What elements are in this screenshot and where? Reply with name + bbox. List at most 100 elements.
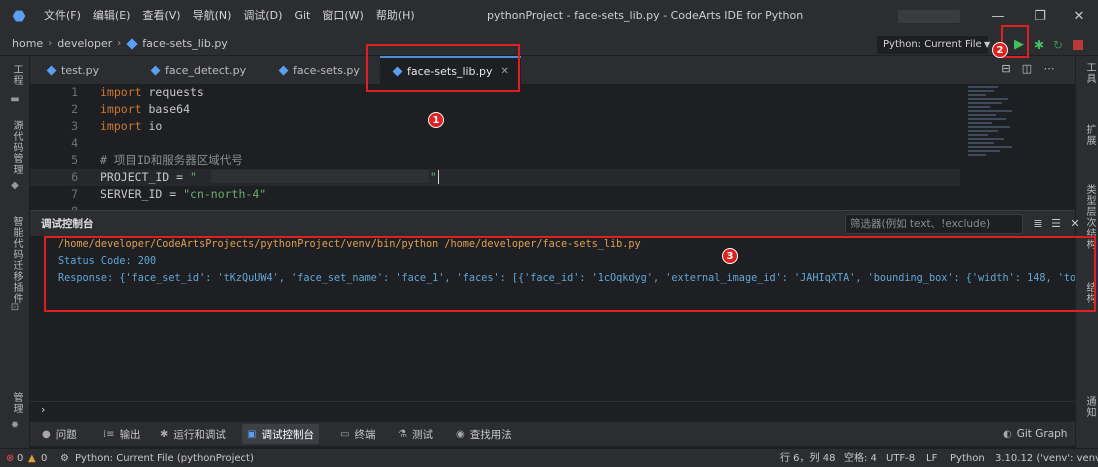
annotation-badge-2: 2: [992, 42, 1008, 58]
menu-window[interactable]: 窗口(W): [316, 0, 369, 32]
clear-console-icon[interactable]: ☰: [1049, 216, 1063, 232]
error-icon[interactable]: ⊗: [6, 449, 14, 467]
extensions-tab[interactable]: 扩展: [1082, 124, 1097, 146]
tools-tab[interactable]: 工具: [1082, 62, 1097, 84]
tab-terminal[interactable]: ▭ 终端: [335, 424, 380, 444]
console-filter-input[interactable]: [845, 214, 1023, 234]
chevron-right-icon: ›: [48, 38, 53, 49]
menu-debug[interactable]: 调试(D): [237, 0, 288, 32]
minimap-line: [968, 118, 1006, 120]
explorer-tab[interactable]: 工程: [9, 64, 24, 86]
tab-label: 终端: [354, 428, 376, 441]
menu-help[interactable]: 帮助(H): [370, 0, 421, 32]
run-config-status[interactable]: Python: Current File (pythonProject): [75, 449, 254, 467]
restart-button[interactable]: ↻: [1051, 36, 1065, 54]
breadcrumb-file[interactable]: face-sets_lib.py: [142, 37, 228, 50]
menu-file[interactable]: 文件(F): [38, 0, 87, 32]
annotation-badge-3: 3: [722, 248, 738, 264]
git-icon: ◆: [11, 180, 19, 191]
cursor-position[interactable]: 行 6，列 48: [780, 449, 835, 467]
python-interpreter[interactable]: 3.10.12 ('venv': venv): [995, 449, 1098, 467]
more-actions-icon[interactable]: ⋯: [1042, 62, 1056, 76]
split-editor-icon[interactable]: ◫: [1020, 62, 1034, 76]
manage-tab[interactable]: 管理: [9, 392, 24, 414]
window-title: pythonProject - face-sets_lib.py - CodeA…: [487, 9, 804, 22]
console-input[interactable]: ›: [30, 401, 1075, 418]
debug-console-title: 调试控制台: [41, 218, 94, 230]
tab-git-graph[interactable]: ◐ Git Graph: [998, 424, 1072, 444]
migration-plugin-tab[interactable]: 智能代码迁移插件: [9, 216, 24, 304]
redacted-project-id: [211, 170, 429, 183]
tab-label: 调试控制台: [261, 428, 314, 441]
run-config-select[interactable]: Python: Current File: [877, 36, 988, 54]
source-control-tab[interactable]: 源代码管理: [9, 120, 24, 175]
minimap-line: [968, 86, 998, 88]
prompt-chevron-icon: ›: [41, 403, 46, 416]
python-file-icon: [46, 65, 57, 75]
stop-button[interactable]: [1073, 40, 1083, 50]
problems-icon: ●: [42, 428, 51, 440]
tab-test-py[interactable]: test.py: [34, 56, 111, 84]
warning-count[interactable]: 0: [41, 449, 47, 467]
minimap-line: [968, 146, 1012, 148]
minimap-line: [968, 90, 994, 92]
editor-tab-bar: test.py face_detect.py face-sets.py face…: [30, 56, 1075, 84]
minimap-line: [968, 150, 1000, 152]
debug-button[interactable]: ✱: [1032, 36, 1046, 54]
left-activity-bar: 工程 ▬ 源代码管理 ◆ 智能代码迁移插件 ⊡ 管理 ✹: [0, 56, 30, 448]
git-graph-icon: ◐: [1003, 428, 1012, 440]
error-count[interactable]: 0: [17, 449, 23, 467]
minimap-line: [968, 130, 998, 132]
tab-find-usages[interactable]: ◉ 查找用法: [451, 424, 517, 444]
minimap-line: [968, 154, 986, 156]
notifications-tab[interactable]: 通知: [1082, 396, 1097, 418]
minimap-line: [968, 138, 1004, 140]
python-file-icon: [150, 65, 161, 75]
annotation-badge-1: 1: [428, 112, 444, 128]
tab-label: 问题: [55, 428, 77, 441]
collapse-all-icon[interactable]: ≣: [1031, 216, 1045, 232]
close-window-button[interactable]: ✕: [1064, 0, 1094, 32]
code-editor[interactable]: 1 import requests 2 import base64 3 import …: [30, 84, 1075, 210]
bug-icon: ✱: [160, 428, 169, 440]
tab-run-and-debug[interactable]: ✱ 运行和调试: [155, 424, 231, 444]
indentation[interactable]: 空格: 4: [844, 449, 877, 467]
restore-button[interactable]: ❐: [1025, 0, 1055, 32]
console-icon: ▣: [247, 428, 257, 440]
code-line: 7 SERVER_ID = "cn-north-4": [71, 187, 267, 201]
code-line: 8: [30, 203, 960, 210]
menu-view[interactable]: 查看(V): [136, 0, 186, 32]
tab-face-detect-py[interactable]: face_detect.py: [138, 56, 258, 84]
breadcrumb-home[interactable]: home: [12, 37, 43, 50]
tab-label: 查找用法: [469, 428, 512, 441]
menu-edit[interactable]: 编辑(E): [87, 0, 137, 32]
tab-label: test.py: [61, 63, 100, 77]
minimap-line: [968, 98, 1008, 100]
plugin-icon: ⊡: [10, 302, 20, 313]
split-preview-icon[interactable]: ⊟: [999, 62, 1013, 76]
output-icon: ⁞≡: [103, 428, 115, 440]
warning-icon[interactable]: ▲: [28, 449, 36, 467]
breadcrumb-developer[interactable]: developer: [57, 37, 112, 50]
minimap[interactable]: [968, 86, 1018, 166]
encoding[interactable]: UTF-8: [886, 449, 915, 467]
chevron-right-icon: ›: [117, 38, 122, 49]
tab-test[interactable]: ⚗ 测试: [393, 424, 438, 444]
tab-label: 测试: [411, 428, 433, 441]
gear-icon[interactable]: ✹: [9, 420, 21, 432]
tab-problems[interactable]: ● 问题: [37, 424, 82, 444]
menu-navigate[interactable]: 导航(N): [187, 0, 238, 32]
close-panel-icon[interactable]: ✕: [1068, 216, 1082, 232]
tab-debug-console[interactable]: ▣ 调试控制台: [242, 424, 319, 444]
code-line: 2 import base64: [71, 102, 191, 116]
python-file-icon: [278, 65, 289, 75]
account-area[interactable]: [898, 10, 960, 23]
line-ending[interactable]: LF: [926, 449, 937, 467]
tab-face-sets-py[interactable]: face-sets.py: [266, 56, 372, 84]
tab-output[interactable]: ⁞≡ 输出: [98, 424, 146, 444]
minimap-line: [968, 94, 986, 96]
language-mode[interactable]: Python: [950, 449, 985, 467]
annotation-box-3: [44, 236, 1096, 312]
python-file-icon: [126, 37, 138, 50]
menu-git[interactable]: Git: [288, 0, 316, 32]
